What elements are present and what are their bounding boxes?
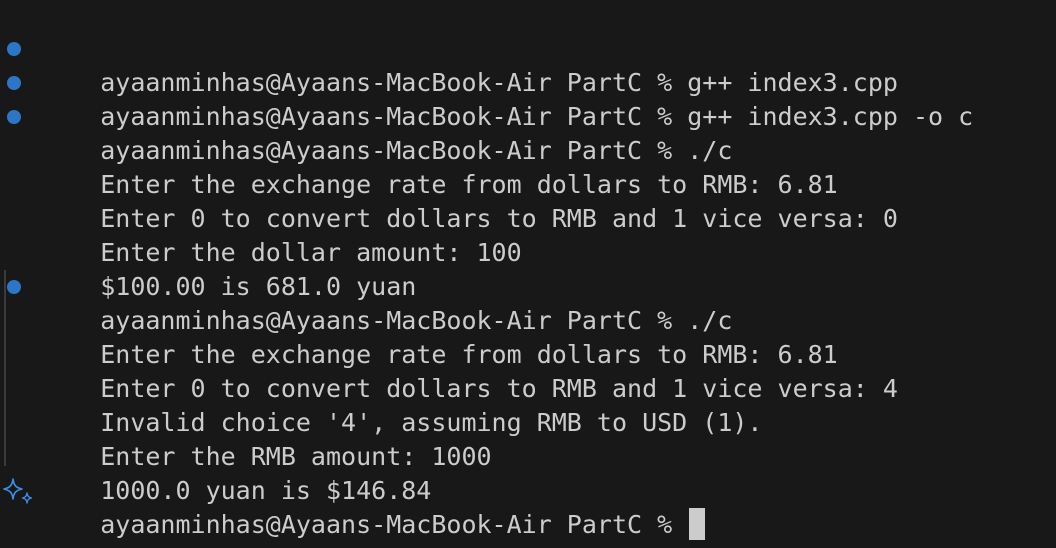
terminal-line: ayaanminhas@Ayaans-MacBook-Air PartC % .…	[0, 270, 1056, 335]
prompt-text: ayaanminhas@Ayaans-MacBook-Air PartC %	[100, 510, 688, 539]
command-decoration[interactable]	[0, 474, 38, 508]
terminal-line: Enter 0 to convert dollars to RMB and 1 …	[0, 168, 1056, 233]
terminal-line: Enter the RMB amount: 1000	[0, 406, 1056, 471]
terminal-panel[interactable]: ayaanminhas@Ayaans-MacBook-Air PartC % g…	[0, 0, 1056, 548]
terminal-line: Enter the exchange rate from dollars to …	[0, 304, 1056, 369]
sparkle-icon	[3, 478, 33, 504]
terminal-line: $100.00 is 681.0 yuan	[0, 236, 1056, 301]
terminal-line: Invalid choice '4', assuming RMB to USD …	[0, 372, 1056, 437]
terminal-line: Enter the exchange rate from dollars to …	[0, 134, 1056, 199]
terminal-line: ayaanminhas@Ayaans-MacBook-Air PartC % g…	[0, 66, 1056, 131]
text-cursor	[689, 508, 706, 540]
terminal-line: 1000.0 yuan is $146.84	[0, 440, 1056, 505]
command-decoration[interactable]	[0, 66, 38, 100]
terminal-line: Enter 0 to convert dollars to RMB and 1 …	[0, 338, 1056, 403]
command-decoration[interactable]	[0, 100, 38, 134]
terminal-line: Enter the dollar amount: 100	[0, 202, 1056, 267]
command-success-dot-icon	[7, 110, 21, 124]
command-success-dot-icon	[7, 76, 21, 90]
command-decoration[interactable]	[0, 270, 38, 304]
prompt-line[interactable]: ayaanminhas@Ayaans-MacBook-Air PartC %	[0, 474, 1056, 540]
command-decoration[interactable]	[0, 32, 38, 66]
terminal-line: ayaanminhas@Ayaans-MacBook-Air PartC % .…	[0, 100, 1056, 165]
terminal-line: ayaanminhas@Ayaans-MacBook-Air PartC % g…	[0, 32, 1056, 97]
command-success-dot-icon	[7, 280, 21, 294]
command-success-dot-icon	[7, 42, 21, 56]
